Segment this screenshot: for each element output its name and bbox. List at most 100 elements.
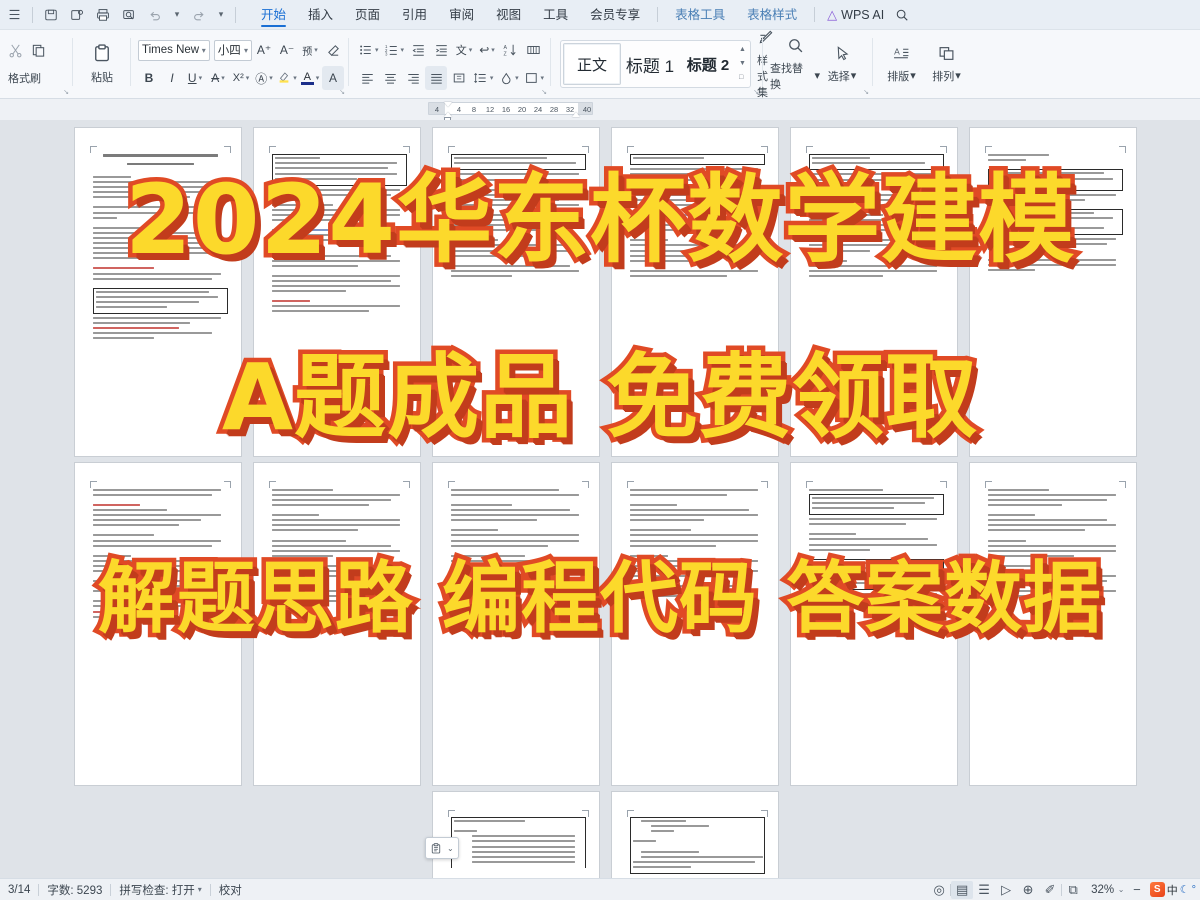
tab-insert[interactable]: 插入 xyxy=(297,0,344,30)
tab-reference[interactable]: 引用 xyxy=(391,0,438,30)
align-left-button[interactable] xyxy=(356,66,378,90)
read-view-icon[interactable]: ▷ xyxy=(995,881,1017,899)
page-thumbnail[interactable] xyxy=(254,128,420,456)
styles-expand-icon[interactable]: ↘ xyxy=(753,88,759,96)
font-size-select[interactable]: 小四 ▾ xyxy=(213,39,252,61)
page-thumbnail[interactable] xyxy=(791,128,957,456)
right-indent-marker[interactable] xyxy=(572,112,580,117)
editing-expand-icon[interactable]: ↘ xyxy=(863,88,869,96)
web-view-icon[interactable]: ⊕ xyxy=(1017,881,1039,899)
moon-icon[interactable]: ☾ xyxy=(1180,883,1190,896)
phonetic-guide-button[interactable]: 预 ▾ xyxy=(299,38,321,62)
page-thumbnail[interactable] xyxy=(433,463,599,785)
line-spacing-button[interactable]: ▾ xyxy=(471,66,495,90)
clipboard-expand-icon[interactable]: ↘ xyxy=(63,88,69,96)
ime-dot-icon[interactable]: ° xyxy=(1192,884,1196,896)
grow-font-button[interactable]: A⁺ xyxy=(253,38,275,62)
tab-table-tools[interactable]: 表格工具 xyxy=(664,0,736,30)
align-justify-button[interactable] xyxy=(425,66,447,90)
page-thumbnail[interactable] xyxy=(433,792,599,880)
select-button[interactable]: 选择 ▾ xyxy=(822,37,862,91)
style-normal[interactable]: 正文 xyxy=(563,43,621,85)
decrease-indent-button[interactable] xyxy=(407,38,429,62)
chevron-down-icon[interactable]: ⌄ xyxy=(445,844,456,853)
bold-button[interactable]: B xyxy=(138,66,160,90)
qat-more-caret-icon[interactable]: ▾ xyxy=(213,3,229,27)
italic-button[interactable]: I xyxy=(161,66,183,90)
fit-page-icon[interactable]: ⧉ xyxy=(1062,881,1084,899)
shading-button[interactable]: ▾ xyxy=(496,66,520,90)
font-expand-icon[interactable]: ↘ xyxy=(339,88,345,96)
borders-button[interactable]: ▾ xyxy=(522,66,546,90)
tab-tools[interactable]: 工具 xyxy=(532,0,579,30)
page-thumbnail[interactable] xyxy=(970,128,1136,456)
ime-indicator[interactable]: S 中 ☾ ° xyxy=(1146,882,1200,898)
highlight-button[interactable]: ▾ xyxy=(276,66,298,90)
page-thumbnail[interactable] xyxy=(612,128,778,456)
paste-options-widget[interactable]: ⌄ xyxy=(425,837,459,859)
find-replace-button[interactable]: 查找替换 ▾ xyxy=(770,37,820,91)
font-color-button[interactable]: A ▾ xyxy=(299,66,321,90)
tab-home[interactable]: 开始 xyxy=(250,0,297,30)
increase-indent-button[interactable] xyxy=(430,38,452,62)
proofread-button[interactable]: 校对 xyxy=(211,882,250,898)
save-as-icon[interactable] xyxy=(65,3,89,27)
word-count[interactable]: 字数: 5293 xyxy=(39,882,110,898)
horizontal-ruler[interactable]: 4 4 8 12 16 20 24 28 32 40 xyxy=(428,102,593,115)
target-icon[interactable]: ◎ xyxy=(928,881,950,899)
underline-button[interactable]: U ▾ xyxy=(184,66,206,90)
copy-button[interactable] xyxy=(27,38,49,62)
menu-icon[interactable] xyxy=(2,3,26,27)
sogou-logo-icon[interactable]: S xyxy=(1149,882,1165,897)
page-thumbnail[interactable] xyxy=(75,128,241,456)
save-icon[interactable] xyxy=(39,3,63,27)
font-family-select[interactable]: Times New Roma ▾ xyxy=(138,39,210,61)
tab-view[interactable]: 视图 xyxy=(485,0,532,30)
paste-button[interactable]: 粘贴 xyxy=(78,38,126,90)
outline-view-icon[interactable]: ☰ xyxy=(973,881,995,899)
pen-tool-icon[interactable]: ✐ xyxy=(1039,881,1061,899)
document-canvas[interactable]: ⌄ xyxy=(0,120,1200,880)
style-heading-1[interactable]: 标题 1 xyxy=(621,43,679,85)
tab-page[interactable]: 页面 xyxy=(344,0,391,30)
clear-format-button[interactable] xyxy=(322,38,344,62)
page-indicator[interactable]: 3/14 xyxy=(0,884,38,896)
page-thumbnail[interactable] xyxy=(970,463,1136,785)
sort-button[interactable]: AZ xyxy=(499,38,521,62)
numbering-button[interactable]: 1 2 3 ▾ xyxy=(382,38,407,62)
gallery-down-icon[interactable]: ▼ xyxy=(739,58,746,70)
first-line-indent-marker[interactable] xyxy=(444,102,452,107)
page-thumbnail[interactable] xyxy=(433,128,599,456)
paragraph-expand-icon[interactable]: ↘ xyxy=(541,88,547,96)
show-marks-button[interactable]: ↩ ▾ xyxy=(476,38,498,62)
zoom-dropdown-caret-icon[interactable]: ⌄ xyxy=(1114,881,1128,899)
page-thumbnail[interactable] xyxy=(612,463,778,785)
shrink-font-button[interactable]: A⁻ xyxy=(276,38,298,62)
superscript-button[interactable]: X² ▾ xyxy=(230,66,252,90)
zoom-level[interactable]: 32% xyxy=(1084,884,1114,896)
page-view-icon[interactable]: ▤ xyxy=(951,880,974,899)
arrange-button[interactable]: 排列 ▾ xyxy=(925,37,968,91)
character-shading-button[interactable]: A xyxy=(322,66,344,90)
page-thumbnail[interactable] xyxy=(75,463,241,785)
spell-check-status[interactable]: 拼写检查: 打开 ▾ xyxy=(111,882,209,898)
print-icon[interactable] xyxy=(91,3,115,27)
enclose-char-button[interactable]: Ⓐ ▾ xyxy=(253,66,275,90)
align-right-button[interactable] xyxy=(402,66,424,90)
page-thumbnail[interactable] xyxy=(612,792,778,880)
ime-mode-label[interactable]: 中 xyxy=(1167,882,1178,898)
grid-button[interactable] xyxy=(522,38,544,62)
bullets-button[interactable]: ▾ xyxy=(356,38,381,62)
distribute-button[interactable] xyxy=(448,66,470,90)
search-icon[interactable] xyxy=(890,3,914,27)
cut-button[interactable] xyxy=(4,38,26,62)
tab-table-style[interactable]: 表格样式 xyxy=(736,0,808,30)
gallery-more-icon[interactable]: □ xyxy=(739,72,746,84)
tab-member-exclusive[interactable]: 会员专享 xyxy=(579,0,651,30)
typeset-button[interactable]: A 排版 ▾ xyxy=(880,37,923,91)
tab-review[interactable]: 审阅 xyxy=(438,0,485,30)
redo-icon[interactable] xyxy=(187,3,211,27)
align-center-button[interactable] xyxy=(379,66,401,90)
print-preview-icon[interactable] xyxy=(117,3,141,27)
page-thumbnail[interactable] xyxy=(254,463,420,785)
